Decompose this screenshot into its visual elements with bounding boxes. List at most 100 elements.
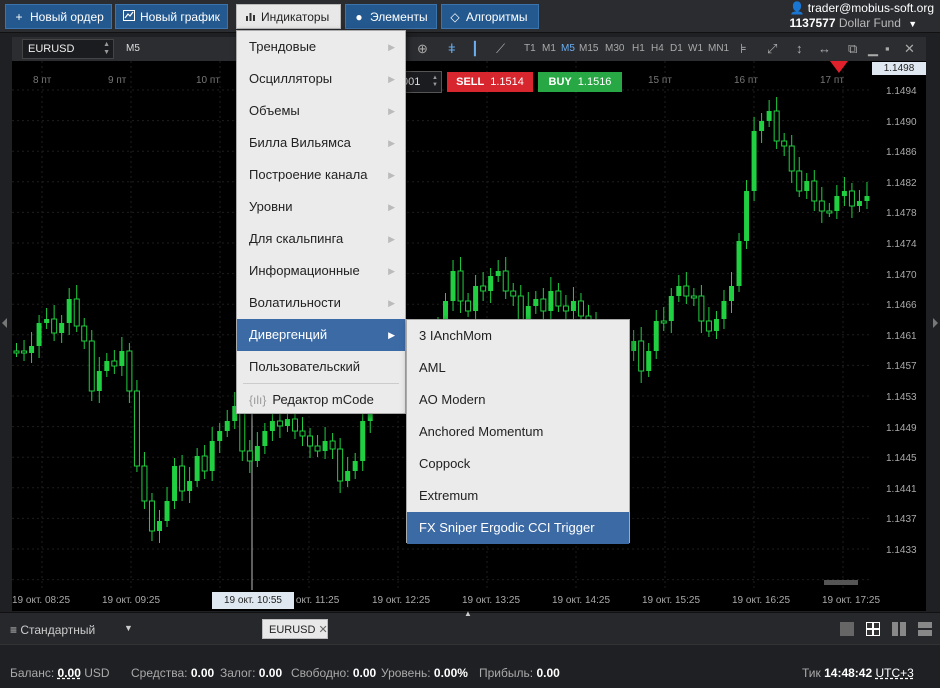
submenu-item-2[interactable]: AML [407, 352, 629, 384]
candle-body [254, 446, 260, 461]
timeframe-m1[interactable]: M1 [542, 43, 556, 54]
candle-body [164, 501, 170, 521]
crosshair-icon[interactable]: ⊧ [740, 41, 747, 57]
candle-body [81, 325, 88, 342]
menu-item-1[interactable]: Трендовые ▶ [237, 31, 405, 63]
timeframe-m30[interactable]: M30 [605, 43, 624, 54]
menu-item-2[interactable]: Осцилляторы ▶ [237, 63, 405, 95]
minimize-icon[interactable]: ▁ [868, 41, 878, 57]
profit-label: Прибыль: [479, 666, 534, 680]
menu-item-10[interactable]: Дивергенций ▶ [237, 319, 405, 351]
candle-body [194, 456, 200, 481]
candle-body [36, 323, 42, 346]
top-toolbar: + Новый ордер Новый график Индикаторы ● … [0, 0, 940, 33]
candle-body [510, 290, 517, 297]
menu-item-mcode-editor[interactable]: {ılı} Редактор mCode [237, 384, 405, 415]
candle-body [352, 461, 358, 471]
timeframe-h1[interactable]: H1 [632, 43, 645, 54]
menu-item-6[interactable]: Уровни ▶ [237, 191, 405, 223]
right-scroll-icon[interactable] [933, 318, 938, 328]
date-label: 10 пт [196, 75, 220, 86]
timezone[interactable]: UTC+3 [876, 666, 914, 680]
submenu-item-4[interactable]: Anchored Momentum [407, 416, 629, 448]
plus-icon: + [15, 9, 23, 24]
buy-price: 1.1516 [577, 76, 612, 88]
candle-body [345, 471, 351, 481]
menu-icon: ≡ [10, 623, 18, 637]
close-icon[interactable]: ✕ [904, 41, 915, 57]
workspace-selector[interactable]: ≡ Стандартный [10, 623, 95, 637]
menu-item-3[interactable]: Объемы ▶ [237, 95, 405, 127]
time-axis[interactable]: 19 окт. 08:25 19 окт. 09:25 19 окт. 11:25 1… [12, 590, 926, 611]
buy-button[interactable]: BUY 1.1516 [538, 72, 622, 92]
chevron-right-icon: ▶ [388, 170, 395, 180]
new-order-button[interactable]: + Новый ордер [5, 4, 112, 29]
zoom-in-icon[interactable]: ⊕ [417, 41, 428, 57]
timeframe-t1[interactable]: T1 [524, 43, 536, 54]
elements-button[interactable]: ● Элементы [345, 4, 437, 29]
expand-icon[interactable]: ⤢ [767, 41, 777, 57]
layout-rows-icon[interactable] [918, 622, 932, 636]
timeframe-m15[interactable]: M15 [579, 43, 598, 54]
menu-item-5[interactable]: Построение канала ▶ [237, 159, 405, 191]
horizontal-resize-icon[interactable]: ↔ [818, 41, 831, 56]
bars-icon[interactable]: ǂ [448, 41, 456, 56]
menu-item-11[interactable]: Пользовательский [237, 351, 405, 383]
menu-item-7[interactable]: Для скальпинга ▶ [237, 223, 405, 255]
submenu-item-6[interactable]: Extremum [407, 480, 629, 512]
candle-body [262, 431, 268, 446]
price-axis[interactable]: 1.1498 1.1494 1.1490 1.1486 1.1482 1.1478 1.1… [872, 61, 926, 611]
account-id: 1137577 [789, 16, 836, 30]
new-chart-button[interactable]: Новый график [115, 4, 228, 29]
indicators-button[interactable]: Индикаторы [236, 4, 341, 29]
popout-icon[interactable]: ⧉ [848, 41, 857, 57]
candle-body [631, 341, 637, 351]
sell-button[interactable]: SELL 1.1514 [447, 72, 533, 92]
symbol-selector[interactable]: EURUSD ▲ ▼ [22, 39, 114, 59]
menu-item-4[interactable]: Билла Вильямса ▶ [237, 127, 405, 159]
chevron-right-icon: ▶ [388, 266, 395, 276]
vertical-resize-icon[interactable]: ↕ [796, 41, 803, 56]
timeframe-w1[interactable]: W1 [688, 43, 703, 54]
account-info[interactable]: 👤 trader@mobius-soft.org 1137577 Dollar … [789, 1, 934, 32]
candle-body [13, 350, 20, 354]
divergence-submenu: 3 IAnchMom AML AO Modern Anchored Momentum C… [406, 319, 630, 544]
maximize-icon[interactable]: ▪ [885, 41, 890, 56]
submenu-item-1[interactable]: 3 IAnchMom [407, 320, 629, 352]
candle-body [841, 191, 847, 196]
menu-item-8[interactable]: Информационные ▶ [237, 255, 405, 287]
submenu-item-3[interactable]: AO Modern [407, 384, 629, 416]
submenu-item-7[interactable]: FX Sniper Ergodic CCI Trigger [407, 512, 629, 544]
indicators-menu: Трендовые ▶ Осцилляторы ▶ Объемы ▶ Билла Вилья… [236, 30, 406, 414]
menu-item-label: Объемы [249, 103, 300, 118]
menu-item-9[interactable]: Волатильности ▶ [237, 287, 405, 319]
candle-body [51, 318, 58, 334]
close-icon[interactable]: ✕ [318, 624, 327, 636]
tab-expand-icon[interactable]: ▲ [464, 609, 472, 618]
free-stat: Свободно: 0.00 [291, 666, 376, 680]
submenu-item-5[interactable]: Coppock [407, 448, 629, 480]
date-label: 8 пт [33, 75, 52, 86]
price-tick: 1.1441 [886, 483, 917, 495]
candle-body [141, 465, 148, 502]
layout-single-icon[interactable] [840, 622, 854, 636]
layout-columns-icon[interactable] [892, 622, 906, 636]
candles-icon[interactable]: ┃ [471, 41, 479, 57]
timeframe-m5[interactable]: M5 [561, 43, 575, 54]
candle-body [133, 390, 140, 467]
timeframe-h4[interactable]: H4 [651, 43, 664, 54]
chevron-down-icon[interactable]: ▼ [124, 623, 133, 633]
menu-item-label: Уровни [249, 199, 293, 214]
time-tick: 19 окт. 15:25 [642, 595, 701, 606]
line-chart-icon[interactable]: ⟋ [496, 41, 505, 57]
chart-tab[interactable]: EURUSD ✕ [262, 619, 328, 639]
left-scroll-icon[interactable] [2, 318, 7, 328]
timeframe-mn1[interactable]: MN1 [708, 43, 729, 54]
timeframe-d1[interactable]: D1 [670, 43, 683, 54]
layout-grid-icon[interactable] [866, 622, 880, 636]
spinner-icon: ▲ ▼ [432, 75, 438, 88]
balance-value[interactable]: 0.00 [58, 666, 81, 680]
funds-stat: Средства: 0.00 [131, 666, 214, 680]
price-tick: 1.1461 [886, 330, 917, 342]
algorithms-button[interactable]: ◇ Алгоритмы [441, 4, 539, 29]
